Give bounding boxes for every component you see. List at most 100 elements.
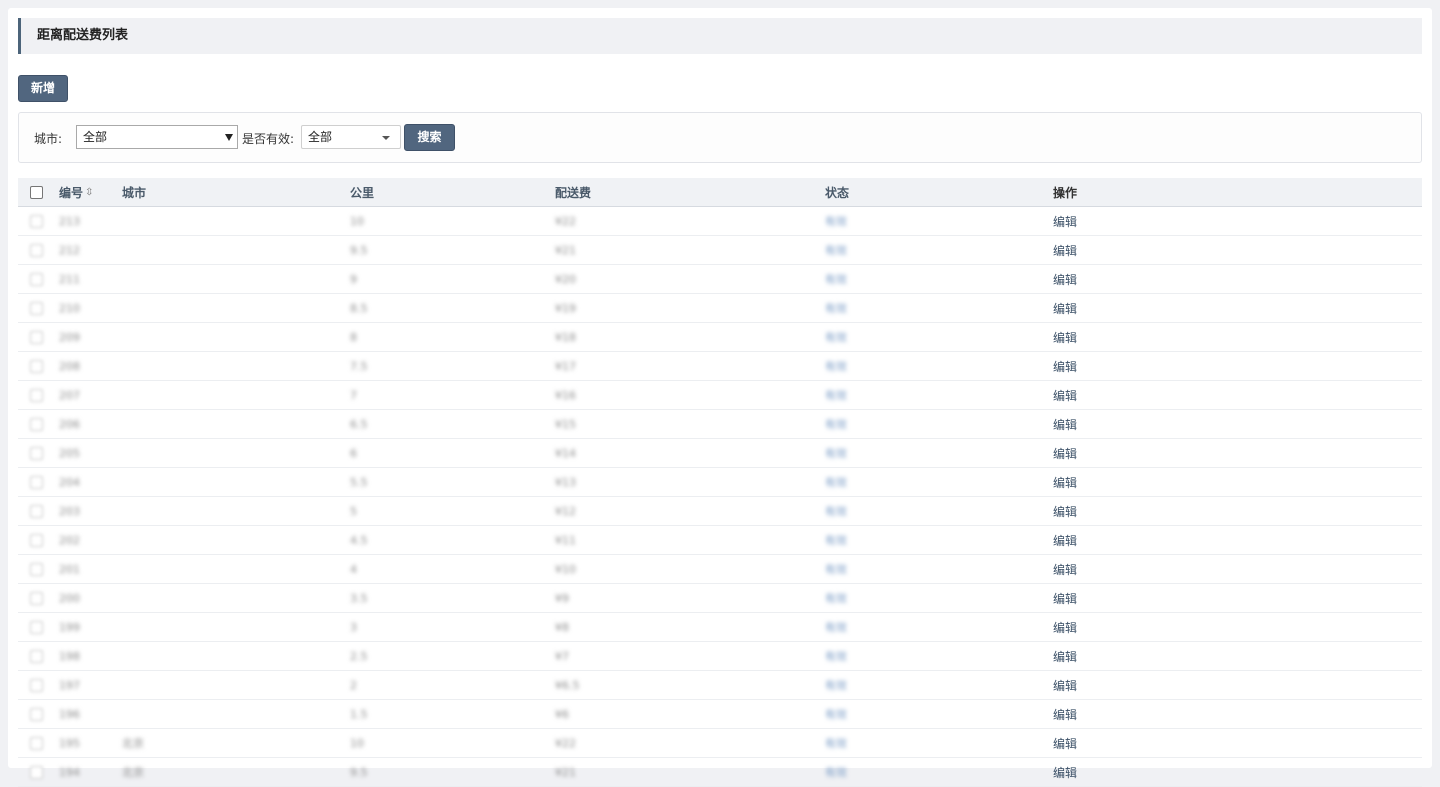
row-checkbox[interactable] — [30, 591, 43, 605]
row-fee: ¥12 — [555, 504, 576, 518]
row-id: 199 — [59, 620, 80, 634]
row-status: 有效 — [825, 302, 847, 315]
edit-link[interactable]: 编辑 — [1053, 706, 1077, 723]
row-checkbox[interactable] — [30, 214, 43, 228]
row-km: 9.5 — [350, 243, 368, 257]
header-id[interactable]: 编号 ⇳ — [59, 178, 93, 206]
row-checkbox[interactable] — [30, 533, 43, 547]
row-select-cell — [30, 294, 43, 322]
row-checkbox[interactable] — [30, 620, 43, 634]
edit-link[interactable]: 编辑 — [1053, 416, 1077, 433]
page-container: 距离配送费列表 新增 城市: 全部 是否有效: 全部 搜索 编号 ⇳ 城市 公里… — [8, 8, 1432, 787]
row-id: 205 — [59, 446, 80, 460]
city-filter-label: 城市: — [34, 132, 63, 146]
edit-link[interactable]: 编辑 — [1053, 764, 1077, 781]
row-status: 有效 — [825, 476, 847, 489]
edit-link[interactable]: 编辑 — [1053, 735, 1077, 752]
row-op: 编辑 — [1053, 352, 1077, 380]
row-checkbox[interactable] — [30, 707, 43, 721]
filter-panel: 城市: 全部 是否有效: 全部 搜索 — [18, 112, 1422, 163]
sort-icon[interactable]: ⇳ — [85, 187, 93, 198]
row-checkbox[interactable] — [30, 504, 43, 518]
row-id: 198 — [59, 649, 80, 663]
select-all-checkbox[interactable] — [30, 185, 43, 199]
row-id: 194 — [59, 765, 80, 779]
city-select-value: 全部 — [83, 130, 108, 144]
row-op: 编辑 — [1053, 758, 1077, 786]
table-row: 212 9.5 ¥21 有效 编辑 — [18, 236, 1422, 265]
row-op: 编辑 — [1053, 729, 1077, 757]
edit-link[interactable]: 编辑 — [1053, 619, 1077, 636]
edit-link[interactable]: 编辑 — [1053, 532, 1077, 549]
row-km: 3 — [350, 620, 357, 634]
row-checkbox[interactable] — [30, 330, 43, 344]
row-op: 编辑 — [1053, 555, 1077, 583]
edit-link[interactable]: 编辑 — [1053, 445, 1077, 462]
row-checkbox[interactable] — [30, 649, 43, 663]
row-checkbox[interactable] — [30, 736, 43, 750]
row-km: 5.5 — [350, 475, 368, 489]
table-body: 213 10 ¥22 有效 编辑 212 9.5 ¥21 有效 编辑 211 9 ¥20 有效 编辑 210 8… — [18, 207, 1422, 787]
row-checkbox[interactable] — [30, 446, 43, 460]
row-checkbox[interactable] — [30, 243, 43, 257]
row-checkbox[interactable] — [30, 272, 43, 286]
row-km: 9 — [350, 272, 357, 286]
edit-link[interactable]: 编辑 — [1053, 590, 1077, 607]
row-fee: ¥9 — [555, 591, 569, 605]
row-op: 编辑 — [1053, 236, 1077, 264]
row-id: 196 — [59, 707, 80, 721]
row-status: 有效 — [825, 592, 847, 605]
select-all-cell — [30, 178, 43, 206]
row-city: 北京 — [122, 737, 144, 750]
row-checkbox[interactable] — [30, 678, 43, 692]
edit-link[interactable]: 编辑 — [1053, 677, 1077, 694]
row-status: 有效 — [825, 737, 847, 750]
row-fee: ¥18 — [555, 330, 576, 344]
row-km: 6 — [350, 446, 357, 460]
edit-link[interactable]: 编辑 — [1053, 213, 1077, 230]
row-select-cell — [30, 555, 43, 583]
row-km: 9.5 — [350, 765, 368, 779]
row-checkbox[interactable] — [30, 562, 43, 576]
row-select-cell — [30, 439, 43, 467]
table-row: 201 4 ¥10 有效 编辑 — [18, 555, 1422, 584]
edit-link[interactable]: 编辑 — [1053, 358, 1077, 375]
row-select-cell — [30, 758, 43, 786]
table-row: 195 北京 10 ¥22 有效 编辑 — [18, 729, 1422, 758]
row-fee: ¥14 — [555, 446, 576, 460]
header-km: 公里 — [350, 185, 375, 200]
row-checkbox[interactable] — [30, 359, 43, 373]
row-checkbox[interactable] — [30, 301, 43, 315]
edit-link[interactable]: 编辑 — [1053, 271, 1077, 288]
table-row: 206 6.5 ¥15 有效 编辑 — [18, 410, 1422, 439]
row-checkbox[interactable] — [30, 388, 43, 402]
edit-link[interactable]: 编辑 — [1053, 561, 1077, 578]
edit-link[interactable]: 编辑 — [1053, 648, 1077, 665]
row-op: 编辑 — [1053, 584, 1077, 612]
row-status: 有效 — [825, 679, 847, 692]
row-km: 5 — [350, 504, 357, 518]
table-row: 200 3.5 ¥9 有效 编辑 — [18, 584, 1422, 613]
row-select-cell — [30, 729, 43, 757]
edit-link[interactable]: 编辑 — [1053, 242, 1077, 259]
valid-select[interactable]: 全部 — [301, 125, 401, 149]
city-select[interactable]: 全部 — [76, 125, 238, 149]
row-checkbox[interactable] — [30, 765, 43, 779]
add-button[interactable]: 新增 — [18, 75, 68, 102]
row-checkbox[interactable] — [30, 475, 43, 489]
row-id: 207 — [59, 388, 80, 402]
edit-link[interactable]: 编辑 — [1053, 300, 1077, 317]
edit-link[interactable]: 编辑 — [1053, 474, 1077, 491]
row-checkbox[interactable] — [30, 417, 43, 431]
search-button[interactable]: 搜索 — [404, 124, 455, 151]
edit-link[interactable]: 编辑 — [1053, 503, 1077, 520]
row-op: 编辑 — [1053, 642, 1077, 670]
table-row: 213 10 ¥22 有效 编辑 — [18, 207, 1422, 236]
edit-link[interactable]: 编辑 — [1053, 387, 1077, 404]
row-fee: ¥21 — [555, 243, 576, 257]
row-fee: ¥10 — [555, 562, 576, 576]
row-op: 编辑 — [1053, 207, 1077, 235]
row-select-cell — [30, 584, 43, 612]
row-select-cell — [30, 352, 43, 380]
edit-link[interactable]: 编辑 — [1053, 329, 1077, 346]
